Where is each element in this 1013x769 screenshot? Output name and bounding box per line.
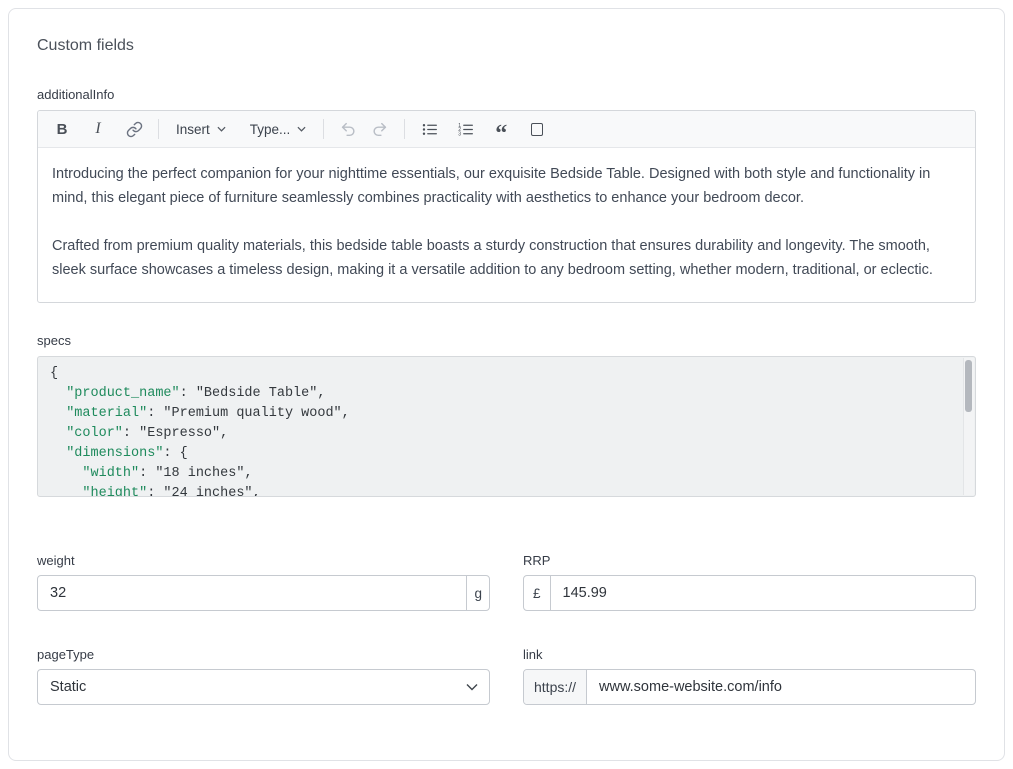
dropdown-group: Insert Type...	[172, 117, 310, 141]
weight-unit: g	[466, 576, 489, 610]
code-block-button[interactable]	[526, 117, 548, 141]
rrp-input[interactable]	[551, 576, 975, 610]
link-control: https://	[523, 669, 976, 705]
rich-text-editor: B I Insert Type...	[37, 110, 976, 303]
toolbar-divider	[158, 119, 159, 139]
code-line: {	[50, 364, 951, 384]
ordered-list-button[interactable]: 123	[454, 117, 476, 141]
insert-dropdown[interactable]: Insert	[172, 117, 230, 141]
page-type-select[interactable]: Static	[37, 669, 490, 705]
link-icon	[126, 121, 143, 138]
page-type-select-wrap: Static	[37, 669, 490, 705]
page-type-label: pageType	[37, 647, 490, 662]
redo-button[interactable]	[369, 117, 391, 141]
link-input[interactable]	[587, 670, 975, 704]
redo-icon	[371, 120, 389, 138]
code-line: "material": "Premium quality wood",	[50, 404, 951, 424]
square-icon	[531, 123, 543, 136]
additional-info-label: additionalInfo	[37, 87, 976, 102]
weight-control: g	[37, 575, 490, 611]
toolbar-divider	[323, 119, 324, 139]
blockquote-button[interactable]: “	[490, 117, 512, 141]
specs-code-editor[interactable]: { "product_name": "Bedside Table", "mate…	[37, 356, 976, 497]
rte-toolbar: B I Insert Type...	[38, 111, 975, 148]
code-line: "product_name": "Bedside Table",	[50, 384, 951, 404]
svg-text:3: 3	[458, 131, 461, 137]
link-label: link	[523, 647, 976, 662]
code-line: "color": "Espresso",	[50, 424, 951, 444]
custom-fields-panel: Custom fields additionalInfo B I Insert	[8, 8, 1005, 761]
rrp-control: £	[523, 575, 976, 611]
code-line: "dimensions": {	[50, 444, 951, 464]
link-protocol: https://	[524, 670, 587, 704]
format-group: B I	[51, 117, 145, 141]
bullet-list-icon	[421, 121, 438, 138]
weight-label: weight	[37, 553, 490, 568]
field-link: link https://	[523, 647, 976, 705]
chevron-down-icon	[217, 126, 226, 132]
scrollbar-thumb[interactable]	[965, 360, 972, 412]
ordered-list-icon: 123	[457, 121, 474, 138]
chevron-down-icon	[297, 126, 306, 132]
insert-dropdown-label: Insert	[176, 122, 210, 137]
page: Custom fields additionalInfo B I Insert	[0, 0, 1013, 769]
specs-label: specs	[37, 333, 976, 348]
field-page-type: pageType Static	[37, 647, 490, 705]
rte-content[interactable]: Introducing the perfect companion for yo…	[38, 148, 975, 302]
history-group	[337, 117, 391, 141]
paragraph: Introducing the perfect companion for yo…	[52, 162, 961, 210]
rrp-label: RRP	[523, 553, 976, 568]
code-line: "width": "18 inches",	[50, 464, 951, 484]
weight-rrp-row: weight g RRP £	[37, 553, 976, 611]
pagetype-link-row: pageType Static link https://	[37, 647, 976, 705]
bold-button[interactable]: B	[51, 117, 73, 141]
italic-button[interactable]: I	[87, 117, 109, 141]
blockquote-icon: “	[495, 129, 507, 139]
undo-icon	[339, 120, 357, 138]
panel-title: Custom fields	[37, 37, 976, 55]
scrollbar-track[interactable]	[963, 358, 974, 495]
specs-code-lines: { "product_name": "Bedside Table", "mate…	[50, 364, 951, 497]
type-dropdown[interactable]: Type...	[246, 117, 311, 141]
field-rrp: RRP £	[523, 553, 976, 611]
field-weight: weight g	[37, 553, 490, 611]
undo-button[interactable]	[337, 117, 359, 141]
code-line: "height": "24 inches",	[50, 484, 951, 497]
type-dropdown-label: Type...	[250, 122, 291, 137]
weight-input[interactable]	[38, 576, 466, 610]
bullet-list-button[interactable]	[418, 117, 440, 141]
toolbar-divider	[404, 119, 405, 139]
link-button[interactable]	[123, 117, 145, 141]
rrp-currency: £	[524, 576, 551, 610]
block-group: 123 “	[418, 117, 548, 141]
paragraph: Crafted from premium quality materials, …	[52, 234, 961, 282]
